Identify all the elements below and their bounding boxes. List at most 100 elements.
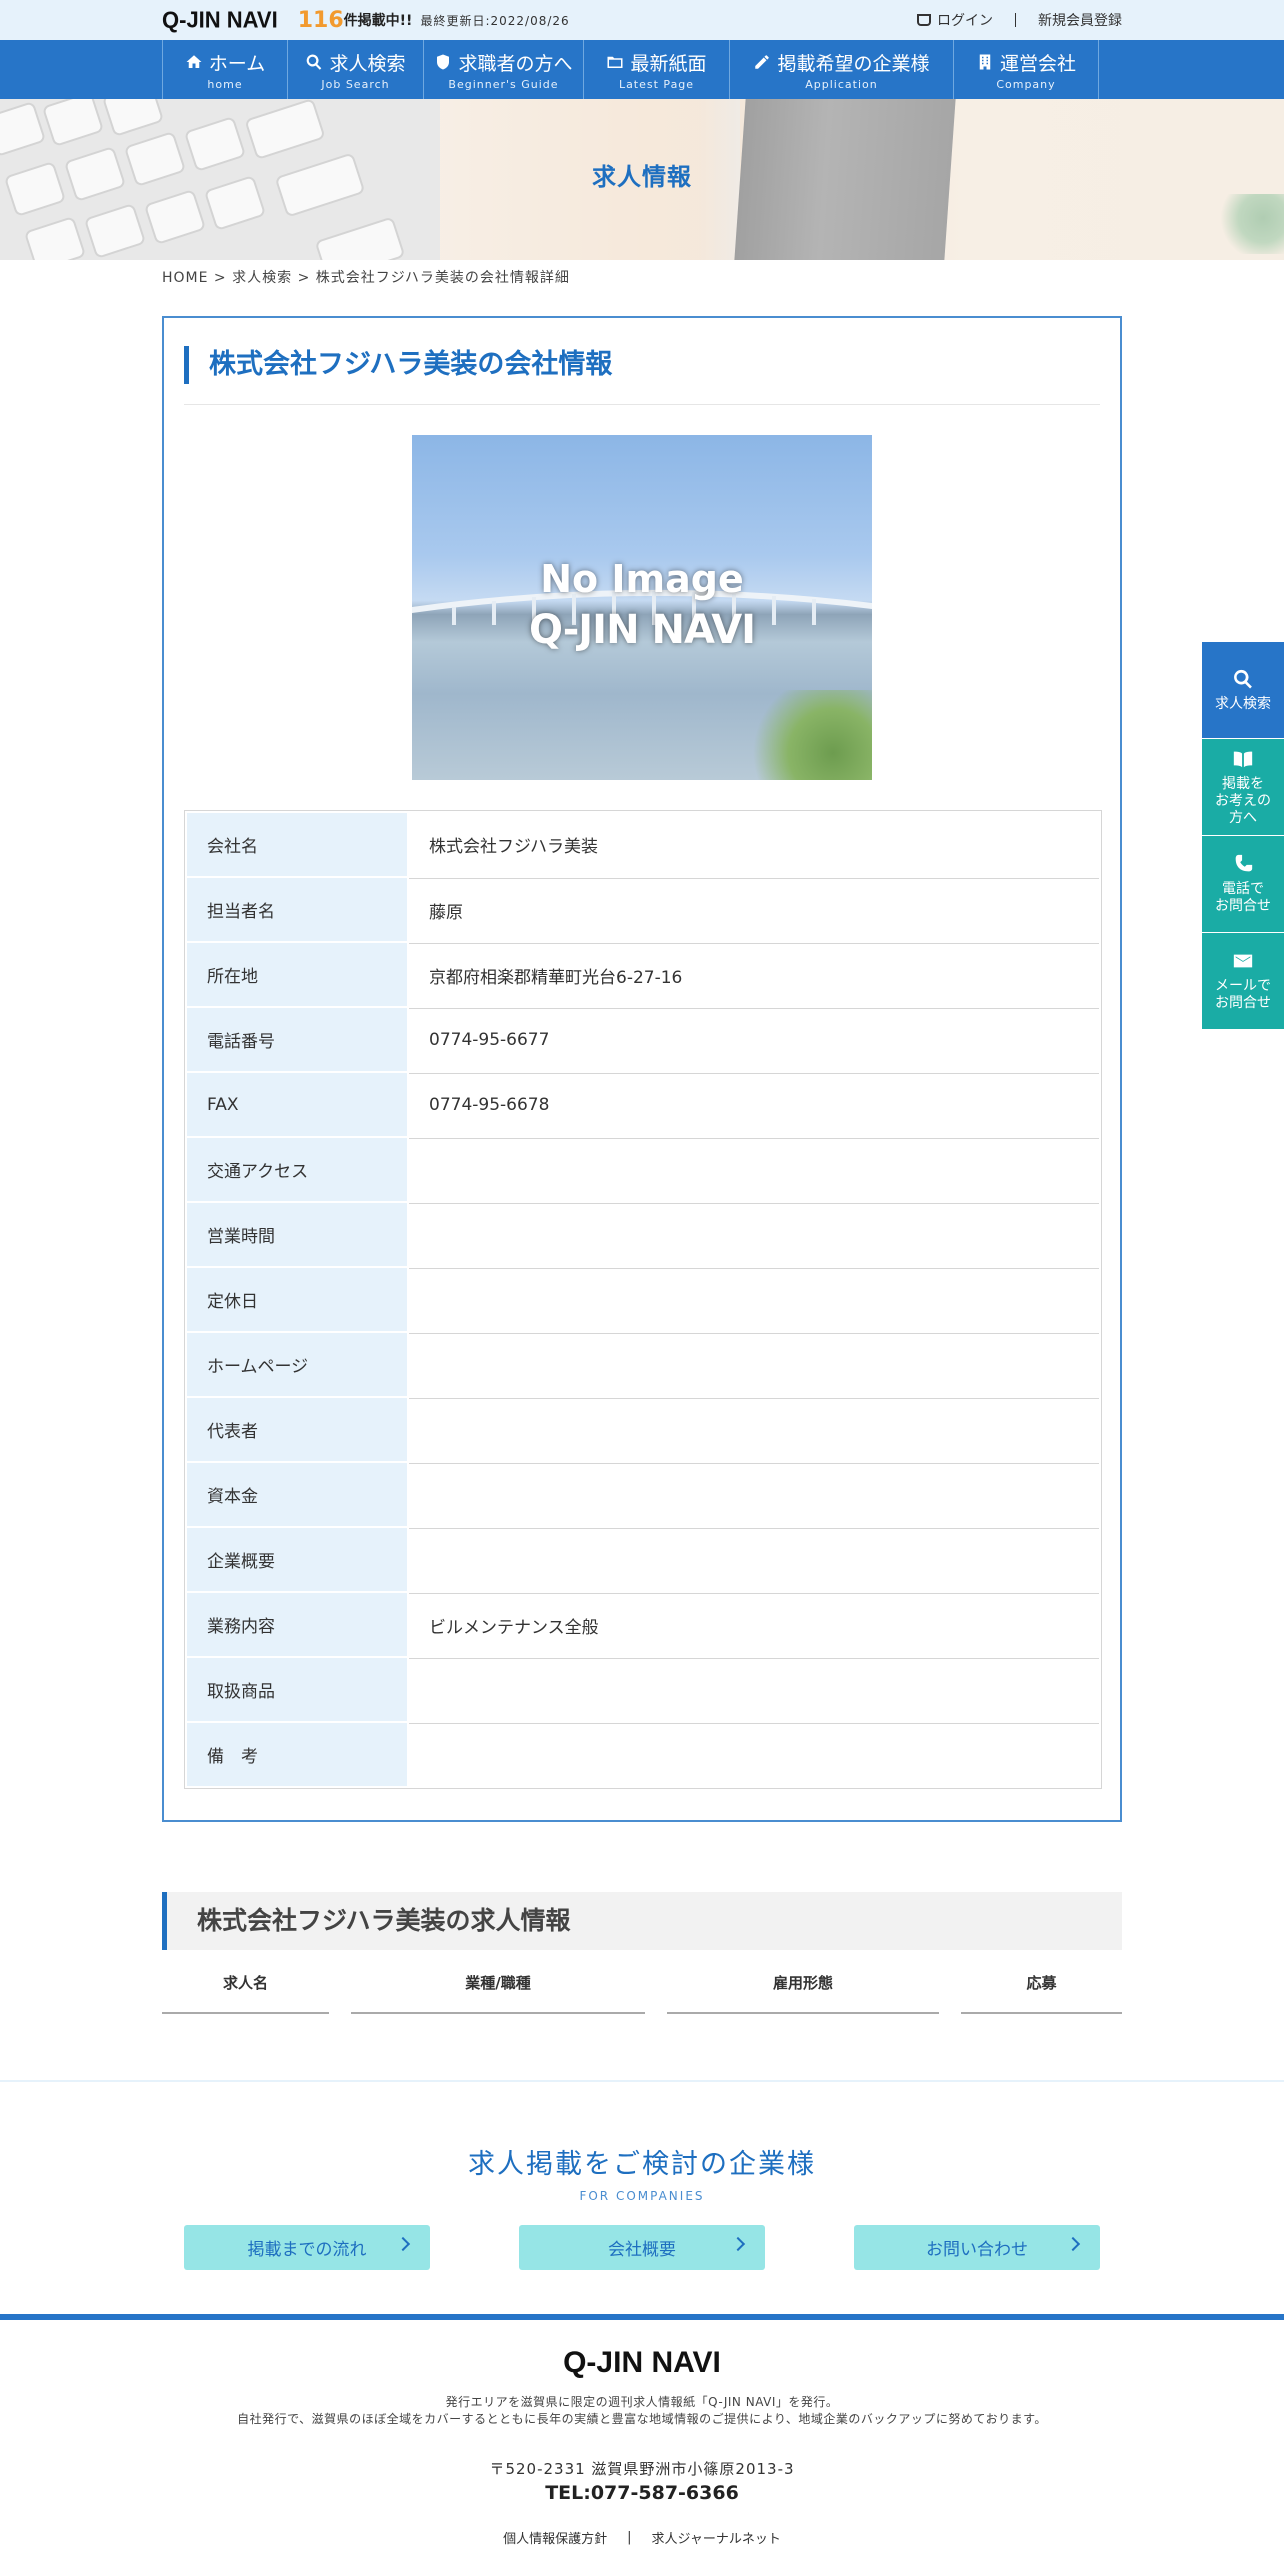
listing-flow-label: 掲載までの流れ xyxy=(247,2240,367,2260)
info-value xyxy=(409,1658,1099,1721)
nav-company-label: 運営会社 xyxy=(999,52,1076,75)
nav-company-sub: Company xyxy=(996,77,1056,91)
nav-application-sub: Application xyxy=(805,77,878,91)
nav-home[interactable]: ホーム home xyxy=(163,40,288,99)
side-mail-button[interactable]: メールで お問合せ xyxy=(1202,933,1284,1030)
info-row: 取扱商品 xyxy=(187,1658,1099,1721)
info-value: 0774-95-6678 xyxy=(409,1073,1099,1136)
nav-application-label: 掲載希望の企業様 xyxy=(777,52,930,75)
job-table-header: 求人名 業種/職種 雇用形態 応募 xyxy=(162,1968,1122,2014)
footer-address: 〒520-2331 滋賀県野洲市小篠原2013-3 xyxy=(489,2460,795,2478)
info-row: 定休日 xyxy=(187,1268,1099,1331)
info-value xyxy=(409,1138,1099,1201)
footer-tel[interactable]: TEL:077-587-6366 xyxy=(0,2482,1284,2504)
nav-home-label: ホーム xyxy=(208,52,266,75)
company-info-table: 会社名 株式会社フジハラ美装 担当者名 藤原 所在地 京都府相楽郡精華町光台6-27-16… xyxy=(184,810,1102,1789)
info-value xyxy=(409,1723,1099,1786)
nav-job-search[interactable]: 求人検索 Job Search xyxy=(288,40,424,99)
company-overview-button[interactable]: 会社概要 xyxy=(519,2225,765,2270)
side-job-search-button[interactable]: 求人検索 xyxy=(1202,642,1284,739)
register-link[interactable]: 新規会員登録 xyxy=(1038,10,1122,30)
journal-net-link[interactable]: 求人ジャーナルネット xyxy=(652,2528,781,2547)
info-key: 業務内容 xyxy=(187,1593,407,1656)
info-key: 取扱商品 xyxy=(187,1658,407,1721)
info-value: 藤原 xyxy=(409,878,1099,941)
info-row: 備 考 xyxy=(187,1723,1099,1786)
side-phone-button[interactable]: 電話で お問合せ xyxy=(1202,836,1284,933)
shield-icon xyxy=(437,54,450,70)
side-listing-label: 掲載を お考えの 方へ xyxy=(1215,775,1271,826)
nav-application[interactable]: 掲載希望の企業様 Application xyxy=(730,40,954,99)
coffee-cup-icon xyxy=(917,14,931,26)
title-divider xyxy=(184,404,1100,405)
info-value xyxy=(409,1333,1099,1396)
info-value xyxy=(409,1203,1099,1266)
site-logo[interactable]: Q-JIN NAVI xyxy=(162,6,278,33)
nav-latest-page-sub: Latest Page xyxy=(618,77,695,91)
top-bar: Q-JIN NAVI 116 件掲載中!! 最終更新日:2022/08/26 ロ… xyxy=(0,0,1284,40)
folder-icon xyxy=(607,56,623,68)
main-nav: ホーム home 求人検索 Job Search 求職者の方へ Beginner… xyxy=(0,40,1284,99)
info-row: 会社名 株式会社フジハラ美装 xyxy=(187,813,1099,876)
for-companies-subtitle: FOR COMPANIES xyxy=(579,2189,705,2203)
nav-beginners-guide-label: 求職者の方へ xyxy=(458,52,573,75)
breadcrumb-separator: > xyxy=(208,270,233,286)
company-image-placeholder: No Image Q-JIN NAVI xyxy=(412,435,872,780)
info-key: 定休日 xyxy=(187,1268,407,1331)
no-image-text: No Image xyxy=(540,557,744,601)
footer: Q-JIN NAVI 発行エリアを滋賀県に限定の週刊求人情報紙「Q-JIN NA… xyxy=(0,2314,1284,2568)
mail-icon xyxy=(1233,954,1253,968)
info-key: 担当者名 xyxy=(187,878,407,941)
company-overview-label: 会社概要 xyxy=(608,2240,676,2260)
nav-job-search-sub: Job Search xyxy=(321,77,390,91)
info-key: 営業時間 xyxy=(187,1203,407,1266)
info-value: 株式会社フジハラ美装 xyxy=(409,813,1099,876)
breadcrumb-search[interactable]: 求人検索 xyxy=(232,270,292,286)
listing-flow-button[interactable]: 掲載までの流れ xyxy=(184,2225,430,2270)
footer-links: 個人情報保護方針 | 求人ジャーナルネット xyxy=(0,2528,1284,2547)
search-icon xyxy=(1234,669,1252,688)
breadcrumb-separator: > xyxy=(292,270,316,286)
nav-company[interactable]: 運営会社 Company xyxy=(954,40,1099,99)
info-key: 所在地 xyxy=(187,943,407,1006)
chevron-right-icon xyxy=(395,2236,411,2252)
book-icon xyxy=(1233,751,1253,767)
info-key: 会社名 xyxy=(187,813,407,876)
no-image-logo-text: Q-JIN NAVI xyxy=(528,607,756,653)
contact-label: お問い合わせ xyxy=(926,2240,1028,2260)
nav-beginners-guide-sub: Beginner's Guide xyxy=(448,77,559,91)
hero-banner: 求人情報 xyxy=(0,99,1284,260)
info-row: ホームページ xyxy=(187,1333,1099,1396)
info-row: 資本金 xyxy=(187,1463,1099,1526)
nav-latest-page-label: 最新紙面 xyxy=(630,52,707,75)
info-value: 京都府相楽郡精華町光台6-27-16 xyxy=(409,943,1099,1006)
info-row: 担当者名 藤原 xyxy=(187,878,1099,941)
breadcrumb: HOME > 求人検索 > 株式会社フジハラ美装の会社情報詳細 xyxy=(162,260,1122,316)
nav-home-sub: home xyxy=(207,77,243,91)
footer-logo[interactable]: Q-JIN NAVI xyxy=(0,2346,1284,2380)
side-listing-button[interactable]: 掲載を お考えの 方へ xyxy=(1202,739,1284,836)
login-link[interactable]: ログイン xyxy=(937,10,993,30)
for-companies-buttons: 掲載までの流れ 会社概要 お問い合わせ xyxy=(184,2225,1100,2270)
pencil-icon xyxy=(755,55,770,69)
breadcrumb-home[interactable]: HOME xyxy=(162,270,208,286)
info-row: 企業概要 xyxy=(187,1528,1099,1591)
info-key: FAX xyxy=(187,1073,407,1136)
nav-latest-page[interactable]: 最新紙面 Latest Page xyxy=(584,40,730,99)
footer-description: 発行エリアを滋賀県に限定の週刊求人情報紙「Q-JIN NAVI」を発行。 自社発… xyxy=(0,2394,1284,2428)
nav-beginners-guide[interactable]: 求職者の方へ Beginner's Guide xyxy=(424,40,584,99)
search-icon xyxy=(307,54,322,70)
last-updated: 最終更新日:2022/08/26 xyxy=(420,13,570,28)
privacy-policy-link[interactable]: 個人情報保護方針 xyxy=(503,2528,607,2547)
info-row: 営業時間 xyxy=(187,1203,1099,1266)
nav-job-search-label: 求人検索 xyxy=(329,52,406,75)
info-key: 代表者 xyxy=(187,1398,407,1461)
chevron-right-icon xyxy=(730,2236,746,2252)
building-icon xyxy=(979,54,991,70)
info-row: 所在地 京都府相楽郡精華町光台6-27-16 xyxy=(187,943,1099,1006)
contact-button[interactable]: お問い合わせ xyxy=(854,2225,1100,2270)
info-row: 代表者 xyxy=(187,1398,1099,1461)
hero-title: 求人情報 xyxy=(592,163,692,191)
col-apply: 応募 xyxy=(961,1968,1122,2014)
phone-icon xyxy=(1235,854,1253,872)
